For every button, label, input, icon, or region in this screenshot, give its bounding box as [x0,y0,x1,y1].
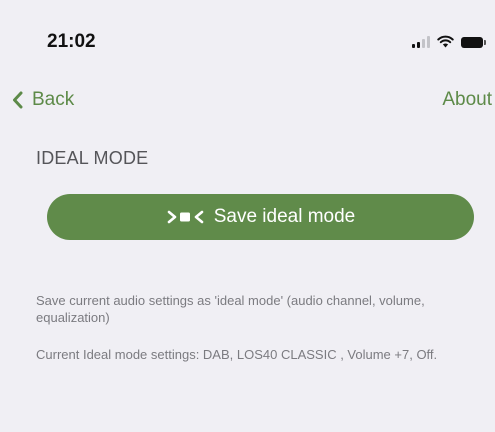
current-settings-text: Current Ideal mode settings: DAB, LOS40 … [36,347,438,362]
section-title: IDEAL MODE [36,148,149,168]
battery-icon [461,37,486,48]
chevron-left-icon [13,91,23,109]
back-label: Back [32,89,75,110]
save-button-label: Save ideal mode [213,206,356,227]
cellular-signal-icon [412,36,430,48]
ideal-mode-description: Save current audio settings as 'ideal mo… [36,293,425,325]
about-button[interactable]: About [442,89,492,111]
back-button[interactable]: Back [12,89,74,111]
wifi-icon [437,35,454,48]
ideal-mode-screen: 21:02 Back About IDEAL MODE Save ideal m… [0,0,495,432]
save-ideal-mode-button[interactable]: Save ideal mode [47,194,474,240]
ideal-mode-icon [166,209,206,225]
status-icons [412,34,486,48]
status-time: 21:02 [47,31,96,52]
